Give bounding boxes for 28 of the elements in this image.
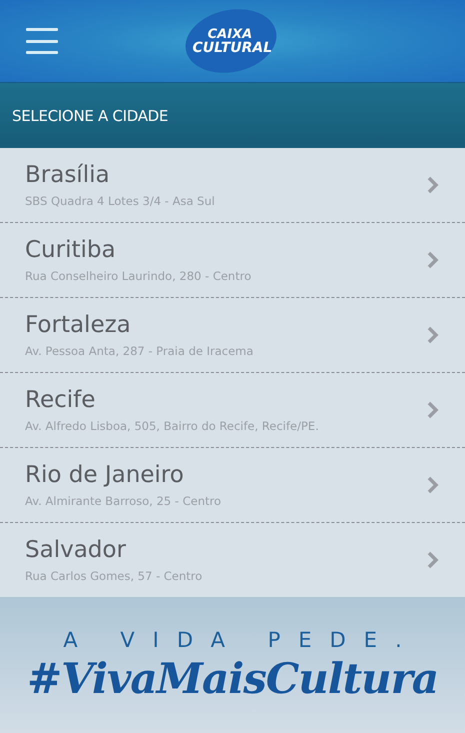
section-title: SELECIONE A CIDADE [12, 106, 168, 124]
city-item[interactable]: Salvador Rua Carlos Gomes, 57 - Centro [0, 523, 465, 597]
hashtag: #VivaMaisCultura [26, 654, 438, 702]
city-name: Rio de Janeiro [25, 462, 185, 488]
city-name: Salvador [25, 537, 127, 563]
city-name: Brasília [25, 162, 111, 188]
city-item[interactable]: Rio de Janeiro Av. Almirante Barroso, 25 - Centro [0, 448, 465, 523]
city-item[interactable]: Recife Av. Alfredo Lisboa, 505, Bairro do Recife, Recife/PE. [0, 373, 465, 448]
city-address: Av. Almirante Barroso, 25 - Centro [25, 494, 222, 508]
city-address: Av. Alfredo Lisboa, 505, Bairro do Recife, Recife/PE. [25, 419, 320, 433]
chevron-right-icon [427, 476, 439, 494]
city-item[interactable]: Curitiba Rua Conselheiro Laurindo, 280 - Centro [0, 223, 465, 298]
city-address: Rua Conselheiro Laurindo, 280 - Centro [25, 269, 252, 283]
chevron-right-icon [427, 251, 439, 269]
tagline: A VIDA PEDE. [63, 628, 420, 652]
menu-button[interactable] [26, 28, 58, 54]
city-address: SBS Quadra 4 Lotes 3/4 - Asa Sul [25, 194, 216, 208]
city-name: Curitiba [25, 237, 117, 263]
chevron-right-icon [427, 176, 439, 194]
city-item[interactable]: Brasília SBS Quadra 4 Lotes 3/4 - Asa Sul [0, 148, 465, 223]
city-name: Recife [25, 387, 96, 413]
chevron-right-icon [427, 401, 439, 419]
chevron-right-icon [427, 326, 439, 344]
chevron-right-icon [427, 551, 439, 569]
city-address: Av. Pessoa Anta, 287 - Praia de Iracema [25, 344, 254, 358]
city-address: Rua Carlos Gomes, 57 - Centro [25, 569, 204, 583]
city-name: Fortaleza [25, 312, 132, 338]
city-item[interactable]: Fortaleza Av. Pessoa Anta, 287 - Praia de Iracema [0, 298, 465, 373]
